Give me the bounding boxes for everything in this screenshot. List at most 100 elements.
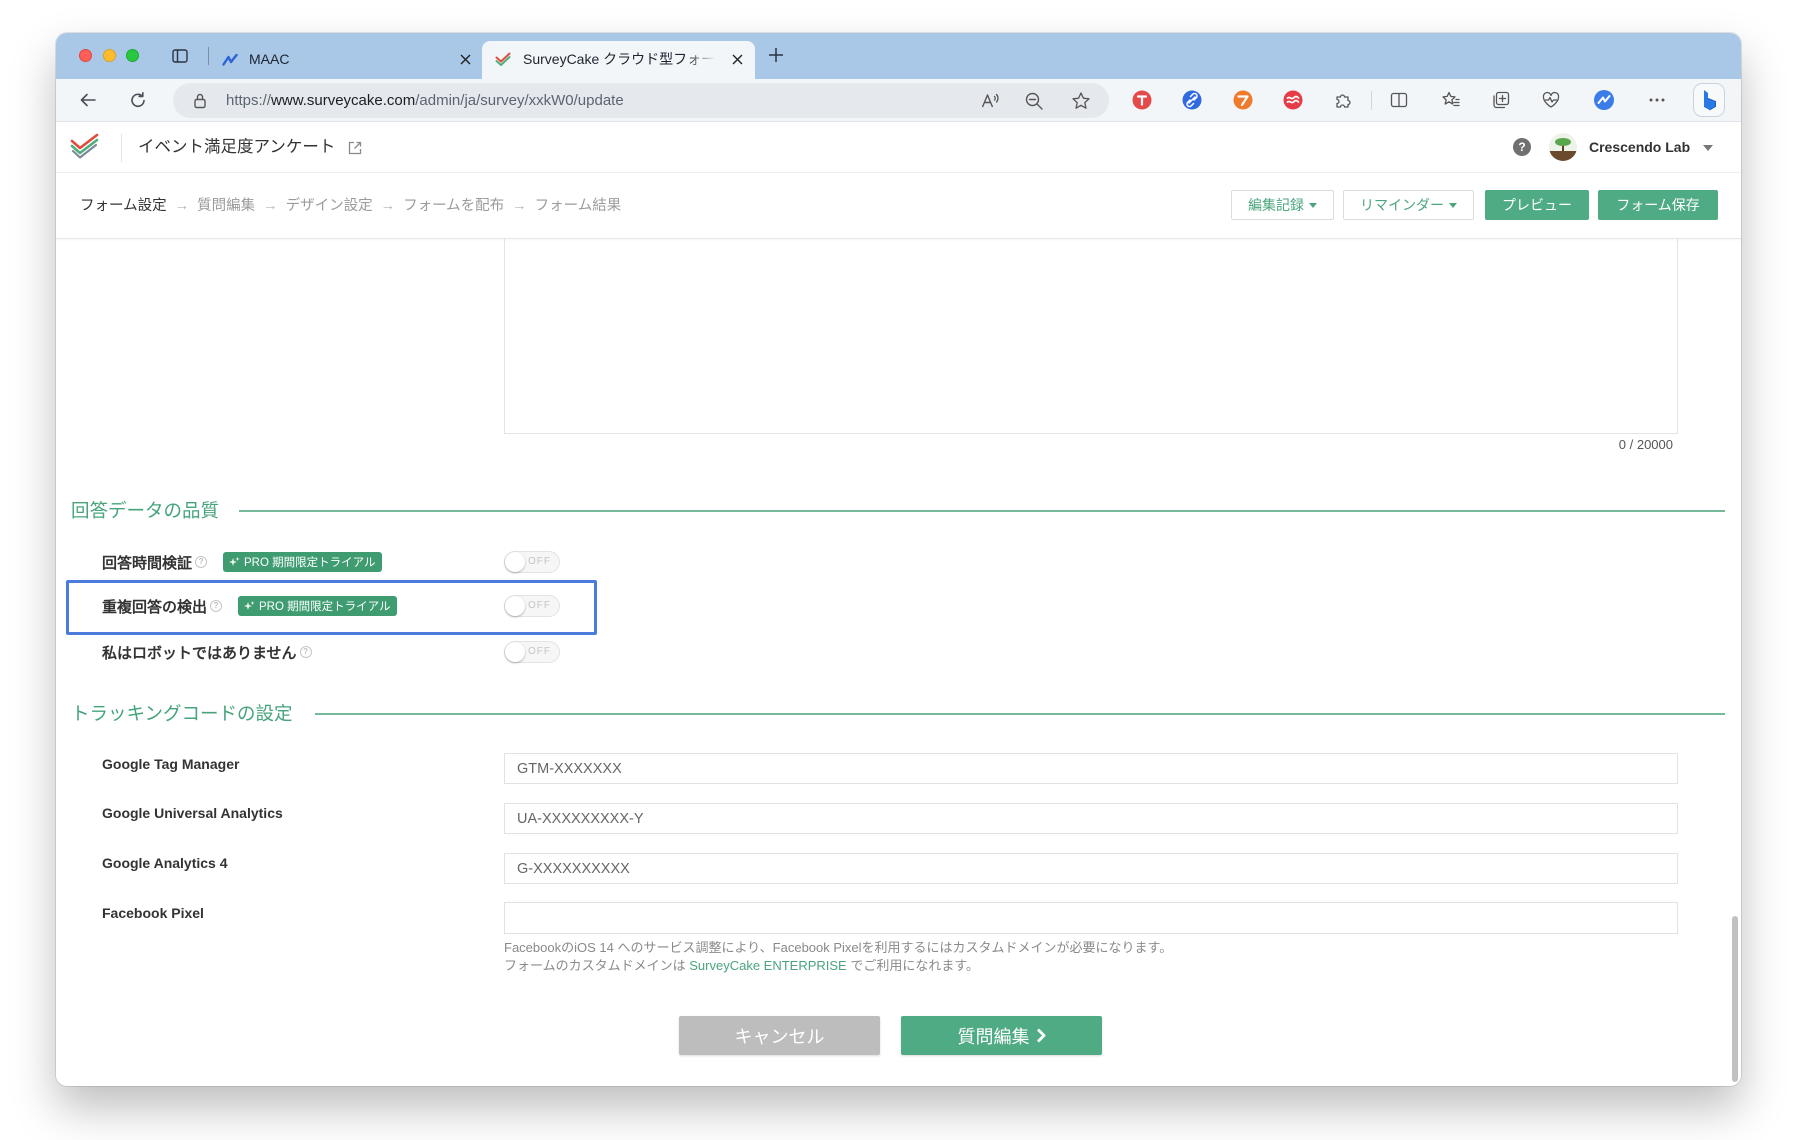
- toggle-state: OFF: [528, 646, 551, 657]
- duplicate-detection-toggle[interactable]: OFF: [504, 595, 560, 617]
- collections-icon[interactable]: [1491, 90, 1511, 110]
- toggle-knob: [505, 642, 525, 662]
- reload-icon[interactable]: [129, 91, 147, 109]
- step-separator: →: [380, 198, 396, 214]
- more-options-icon[interactable]: [1647, 90, 1667, 110]
- chevron-right-icon: [1036, 1028, 1045, 1043]
- note-text: フォームのカスタムドメインは: [504, 958, 690, 973]
- pro-trial-badge: PRO 期間限定トライアル: [238, 596, 397, 616]
- orange-extension-icon[interactable]: [1233, 90, 1253, 110]
- scrollbar[interactable]: [1732, 916, 1738, 1082]
- profile-icon[interactable]: [1594, 90, 1614, 110]
- new-tab-icon[interactable]: [769, 48, 783, 62]
- step-separator: →: [263, 198, 278, 214]
- note-line-2: フォームのカスタムドメインは SurveyCake ENTERPRISE でご利…: [504, 957, 1172, 975]
- ga4-input[interactable]: [504, 853, 1678, 884]
- description-textarea[interactable]: [504, 239, 1678, 434]
- toggle-state: OFF: [528, 600, 551, 611]
- gua-input[interactable]: [504, 803, 1678, 834]
- read-aloud-icon[interactable]: [980, 91, 1000, 111]
- steps-bar: フォーム設定 → 質問編集 → デザイン設定 → フォームを配布 → フォーム結…: [56, 173, 1741, 239]
- close-window-button[interactable]: [79, 49, 92, 62]
- tab-maac[interactable]: MAAC: [216, 41, 478, 79]
- next-label: 質問編集: [957, 1026, 1030, 1047]
- recaptcha-toggle[interactable]: OFF: [504, 641, 560, 663]
- tab-actions-icon[interactable]: [172, 49, 188, 63]
- preview-label: プレビュー: [1502, 197, 1572, 213]
- sparkle-icon: [244, 600, 255, 610]
- address-bar[interactable]: https://www.surveycake.com/admin/ja/surv…: [173, 83, 1109, 118]
- close-tab-icon[interactable]: [732, 54, 743, 65]
- url-text[interactable]: https://www.surveycake.com/admin/ja/surv…: [226, 83, 624, 118]
- setting-label: 重複回答の検出: [102, 598, 208, 616]
- maac-logo-icon: [222, 52, 238, 68]
- cancel-button[interactable]: キャンセル: [679, 1016, 880, 1055]
- browser-toolbar: https://www.surveycake.com/admin/ja/surv…: [56, 79, 1741, 122]
- tab-surveycake[interactable]: SurveyCake クラウド型フォーム: [482, 41, 755, 79]
- facebook-pixel-input[interactable]: [504, 902, 1678, 934]
- zoom-window-button[interactable]: [126, 49, 139, 62]
- reminder-label: リマインダー: [1360, 197, 1444, 213]
- help-icon[interactable]: [1513, 138, 1531, 156]
- link-extension-icon[interactable]: [1182, 90, 1202, 110]
- favorites-icon[interactable]: [1441, 90, 1461, 110]
- browser-essentials-icon[interactable]: [1541, 90, 1561, 110]
- save-form-button[interactable]: フォーム保存: [1598, 190, 1718, 220]
- close-tab-icon[interactable]: [460, 54, 471, 65]
- step-form-settings[interactable]: フォーム設定: [80, 173, 167, 239]
- ga4-label: Google Analytics 4: [102, 855, 228, 871]
- extensions-puzzle-icon[interactable]: [1333, 90, 1353, 110]
- toolbar-separator: [1371, 91, 1372, 110]
- setting-label: 私はロボットではありません: [102, 644, 297, 662]
- save-form-label: フォーム保存: [1616, 197, 1700, 213]
- url-scheme: https://: [226, 92, 272, 109]
- bing-copilot-icon[interactable]: [1693, 83, 1725, 117]
- caret-down-icon: [1449, 202, 1457, 208]
- lock-icon[interactable]: [193, 92, 207, 109]
- red-extension-icon[interactable]: [1132, 90, 1152, 110]
- cancel-label: キャンセル: [734, 1026, 825, 1047]
- favorite-star-icon[interactable]: [1071, 91, 1091, 111]
- app-header: イベント満足度アンケート Crescendo Lab: [56, 122, 1741, 173]
- badge-label: PRO 期間限定トライアル: [259, 601, 391, 613]
- step-design-settings[interactable]: デザイン設定: [286, 173, 373, 239]
- step-distribute[interactable]: フォームを配布: [403, 173, 504, 239]
- browser-window: MAAC SurveyCake クラウド型フォーム https://www.su…: [56, 33, 1741, 1086]
- external-link-icon[interactable]: [348, 141, 362, 155]
- surveycake-logo-icon: [495, 52, 511, 68]
- tab-strip: MAAC SurveyCake クラウド型フォーム: [56, 33, 1741, 79]
- split-screen-icon[interactable]: [1389, 90, 1409, 110]
- preview-button[interactable]: プレビュー: [1485, 190, 1589, 220]
- step-results[interactable]: フォーム結果: [535, 173, 622, 239]
- header-divider: [121, 134, 122, 162]
- chevron-down-icon[interactable]: [1702, 144, 1714, 152]
- breadcrumb: フォーム設定 → 質問編集 → デザイン設定 → フォームを配布 → フォーム結…: [80, 173, 621, 239]
- toggle-knob: [505, 596, 525, 616]
- next-question-edit-button[interactable]: 質問編集: [901, 1016, 1102, 1055]
- caret-down-icon: [1309, 202, 1317, 208]
- help-icon[interactable]: [210, 600, 223, 612]
- edit-history-label: 編集記録: [1248, 197, 1304, 213]
- note-text: でご利用になれます。: [846, 958, 980, 973]
- step-separator: →: [512, 198, 527, 214]
- enterprise-link[interactable]: SurveyCake ENTERPRISE: [689, 958, 847, 973]
- response-time-toggle[interactable]: OFF: [504, 551, 560, 573]
- help-icon[interactable]: [195, 556, 208, 568]
- surveycake-logo-icon[interactable]: [70, 132, 100, 162]
- minimize-window-button[interactable]: [103, 49, 116, 62]
- sparkle-icon: [229, 556, 240, 566]
- avatar[interactable]: [1549, 133, 1577, 161]
- user-name[interactable]: Crescendo Lab: [1589, 122, 1690, 173]
- reminder-button[interactable]: リマインダー: [1343, 190, 1474, 220]
- edit-history-button[interactable]: 編集記録: [1231, 190, 1334, 220]
- help-icon[interactable]: [299, 646, 312, 658]
- zoom-out-icon[interactable]: [1024, 91, 1044, 111]
- tab-title: MAAC: [249, 51, 290, 67]
- red-wave-extension-icon[interactable]: [1283, 90, 1303, 110]
- step-question-edit[interactable]: 質問編集: [197, 173, 255, 239]
- facebook-pixel-note: FacebookのiOS 14 へのサービス調整により、Facebook Pix…: [504, 939, 1172, 975]
- gtm-label: Google Tag Manager: [102, 756, 240, 772]
- note-line-1: FacebookのiOS 14 へのサービス調整により、Facebook Pix…: [504, 940, 1173, 955]
- back-arrow-icon[interactable]: [79, 91, 97, 109]
- gtm-input[interactable]: [504, 753, 1678, 784]
